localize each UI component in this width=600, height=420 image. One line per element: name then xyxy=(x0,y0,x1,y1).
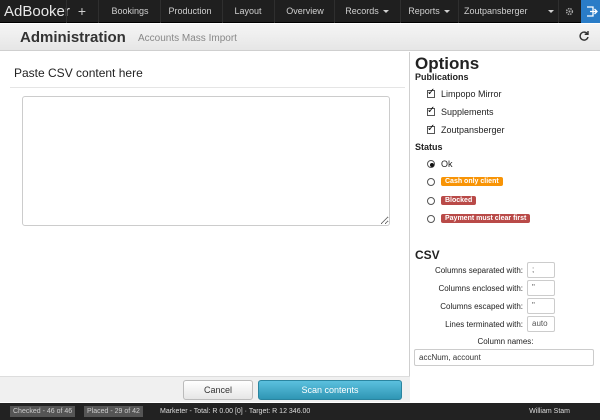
line-terminator-input[interactable]: auto xyxy=(527,316,555,332)
publication-label: Zoutpansberger xyxy=(441,124,505,135)
line-terminator-label: Lines terminated with: xyxy=(445,320,523,329)
nav-layout[interactable]: Layout xyxy=(228,0,268,23)
options-panel: Options Publications Limpopo Mirror Supp… xyxy=(411,52,600,402)
checkbox[interactable] xyxy=(427,87,435,98)
refresh-icon[interactable] xyxy=(578,30,590,42)
nav-reports[interactable]: Reports xyxy=(406,0,452,23)
status-option-payment-clear[interactable]: Payment must clear first xyxy=(427,213,531,225)
nav-bookings[interactable]: Bookings xyxy=(104,0,156,23)
nav-overview[interactable]: Overview xyxy=(280,0,330,23)
scan-contents-button[interactable]: Scan contents xyxy=(258,380,402,400)
radio-button[interactable] xyxy=(427,214,435,223)
status-label: Status xyxy=(415,142,443,152)
nav-divider xyxy=(558,0,559,23)
divider xyxy=(10,87,405,88)
nav-divider xyxy=(274,0,275,23)
publication-label: Limpopo Mirror xyxy=(441,88,502,99)
brand-logo[interactable]: AdBooker xyxy=(4,0,70,23)
enclosure-input[interactable]: " xyxy=(527,280,555,296)
status-bar: Checked - 46 of 46 Placed - 29 of 42 Mar… xyxy=(0,403,600,420)
status-option-blocked[interactable]: Blocked xyxy=(427,195,477,207)
page-subtitle: Accounts Mass Import xyxy=(138,33,237,44)
nav-divider xyxy=(160,0,161,23)
publication-label: Supplements xyxy=(441,106,494,117)
nav-publication-label: Zoutpansberger xyxy=(464,6,528,16)
checked-counter: Checked - 46 of 46 xyxy=(10,406,76,417)
top-navbar: AdBooker + Bookings Production Layout Ov… xyxy=(0,0,600,23)
placed-counter: Placed - 29 of 42 xyxy=(84,406,143,417)
nav-production[interactable]: Production xyxy=(164,0,216,23)
status-option-ok[interactable]: Ok xyxy=(427,158,453,170)
chevron-down-icon xyxy=(382,10,389,14)
page-title: Administration xyxy=(20,29,126,46)
csv-content-textarea[interactable] xyxy=(22,96,390,226)
nav-reports-label: Reports xyxy=(408,6,440,16)
nav-divider xyxy=(66,0,67,23)
logout-icon[interactable] xyxy=(581,0,600,23)
options-title: Options xyxy=(415,54,480,73)
separator-label: Columns separated with: xyxy=(434,266,523,275)
radio-button[interactable] xyxy=(427,159,435,168)
radio-button[interactable] xyxy=(427,196,435,205)
marketer-summary: Marketer - Total: R 0.00 [0] · Target: R… xyxy=(160,408,311,415)
status-badge: Payment must clear first xyxy=(441,214,531,224)
paste-title: Paste CSV content here xyxy=(14,66,143,80)
escape-input[interactable]: " xyxy=(527,298,555,314)
nav-publication-select[interactable]: Zoutpansberger xyxy=(464,0,554,23)
page-header: Administration Accounts Mass Import xyxy=(0,24,600,51)
column-names-input[interactable]: accNum, account xyxy=(414,349,594,366)
publication-option-supplements[interactable]: Supplements xyxy=(427,105,494,118)
radio-button[interactable] xyxy=(427,177,435,186)
status-option-cash-only[interactable]: Cash only client xyxy=(427,176,503,188)
nav-divider xyxy=(222,0,223,23)
checkbox[interactable] xyxy=(427,123,435,134)
nav-divider xyxy=(400,0,401,23)
nav-records[interactable]: Records xyxy=(340,0,394,23)
column-names-label: Column names: xyxy=(477,337,534,346)
nav-divider xyxy=(458,0,459,23)
status-label-text: Ok xyxy=(441,158,453,169)
checkbox[interactable] xyxy=(427,105,435,116)
current-user: William Stam xyxy=(529,408,570,415)
enclosure-label: Columns enclosed with: xyxy=(438,284,523,293)
cancel-button[interactable]: Cancel xyxy=(183,380,253,400)
separator-input[interactable]: ; xyxy=(527,262,555,278)
chevron-down-icon xyxy=(443,10,450,14)
status-badge: Cash only client xyxy=(441,177,503,187)
nav-divider xyxy=(334,0,335,23)
publications-label: Publications xyxy=(415,72,469,82)
add-icon[interactable]: + xyxy=(72,0,92,23)
nav-divider xyxy=(98,0,99,23)
publication-option-limpopo-mirror[interactable]: Limpopo Mirror xyxy=(427,87,502,100)
escape-label: Columns escaped with: xyxy=(440,302,523,311)
csv-section-title: CSV xyxy=(415,248,440,262)
gear-icon[interactable] xyxy=(562,0,576,23)
publication-option-zoutpansberger[interactable]: Zoutpansberger xyxy=(427,123,505,136)
chevron-down-icon xyxy=(547,10,554,14)
nav-records-label: Records xyxy=(345,6,379,16)
status-badge: Blocked xyxy=(441,196,477,206)
paste-panel: Paste CSV content here Cancel Scan conte… xyxy=(0,52,410,402)
